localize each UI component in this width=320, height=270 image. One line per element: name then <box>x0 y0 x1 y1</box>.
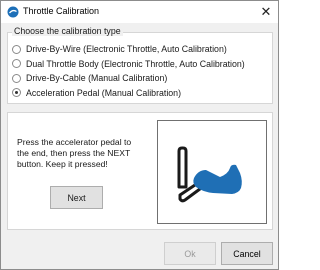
calibration-step-panel: Press the accelerator pedal to the end, … <box>7 112 273 230</box>
option-drive-by-cable[interactable]: Drive-By-Cable (Manual Calibration) <box>12 71 245 86</box>
radio-acceleration-pedal[interactable] <box>12 88 21 98</box>
radio-dual-throttle-body[interactable] <box>12 59 21 69</box>
title-bar: Throttle Calibration ✕ <box>1 1 278 23</box>
option-label: Drive-By-Wire (Electronic Throttle, Auto… <box>26 44 227 55</box>
calibration-options: Drive-By-Wire (Electronic Throttle, Auto… <box>12 42 245 100</box>
option-label: Dual Throttle Body (Electronic Throttle,… <box>26 58 245 69</box>
close-button[interactable]: ✕ <box>256 3 276 21</box>
pedal-illustration <box>157 120 267 224</box>
option-drive-by-wire[interactable]: Drive-By-Wire (Electronic Throttle, Auto… <box>12 42 245 57</box>
group-legend: Choose the calibration type <box>12 26 123 36</box>
instruction-text: Press the accelerator pedal to the end, … <box>17 137 132 169</box>
radio-drive-by-wire[interactable] <box>12 44 21 54</box>
calibration-type-group: Choose the calibration type Drive-By-Wir… <box>7 26 273 104</box>
app-logo-icon <box>7 6 19 18</box>
option-dual-throttle-body[interactable]: Dual Throttle Body (Electronic Throttle,… <box>12 57 245 72</box>
cancel-button[interactable]: Cancel <box>221 242 273 265</box>
option-acceleration-pedal[interactable]: Acceleration Pedal (Manual Calibration) <box>12 86 245 101</box>
option-label: Acceleration Pedal (Manual Calibration) <box>26 87 182 98</box>
next-button[interactable]: Next <box>50 186 103 209</box>
window-title: Throttle Calibration <box>23 6 100 16</box>
dialog-window: Throttle Calibration ✕ Choose the calibr… <box>0 0 279 270</box>
ok-button[interactable]: Ok <box>164 242 216 265</box>
radio-drive-by-cable[interactable] <box>12 73 21 83</box>
pedal-pressed-icon <box>177 146 242 203</box>
option-label: Drive-By-Cable (Manual Calibration) <box>26 73 168 84</box>
